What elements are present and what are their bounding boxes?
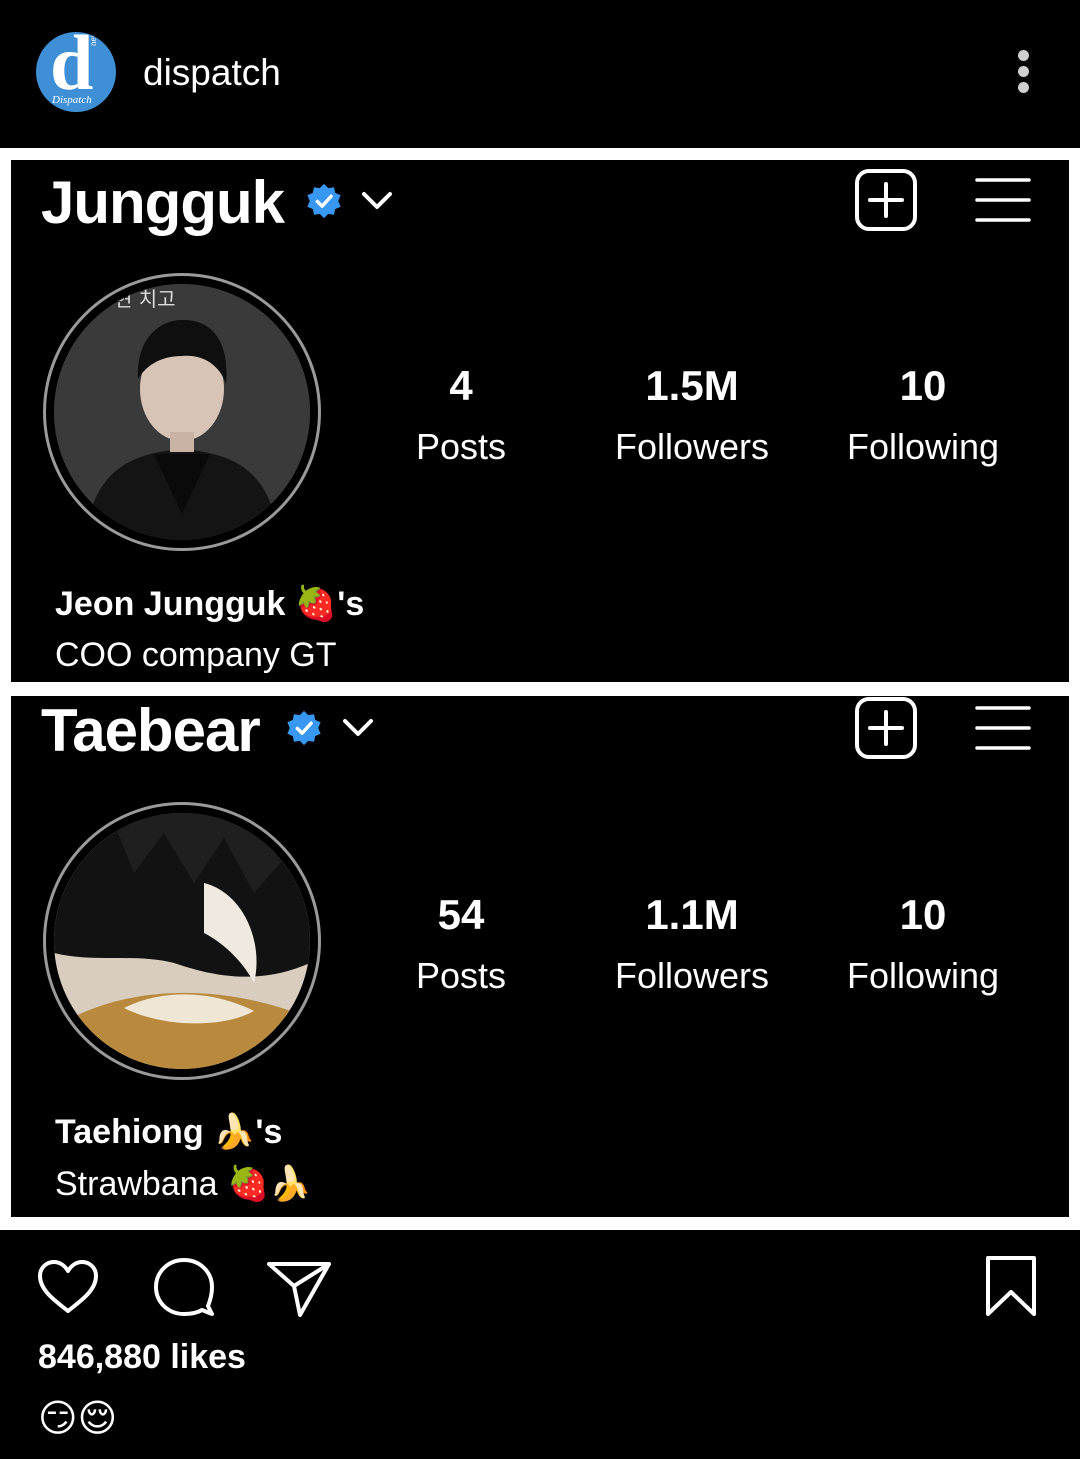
vertical-dots-icon[interactable]: [1013, 50, 1033, 96]
profile-handle: Jungguk: [41, 169, 285, 236]
stat-following[interactable]: 10 Following: [818, 362, 1028, 468]
heart-icon[interactable]: [36, 1258, 100, 1316]
stat-label: Posts: [415, 955, 507, 996]
stat-posts[interactable]: 4 Posts: [356, 362, 566, 468]
stat-followers[interactable]: 1.1M Followers: [587, 891, 797, 997]
bio-text: Strawbana 🍓🍌: [55, 1165, 312, 1203]
post-header: d news Dispatch dispatch: [0, 0, 1080, 148]
verified-badge-icon: [287, 710, 321, 746]
stat-label: Followers: [614, 955, 770, 996]
stat-label: Followers: [614, 426, 770, 467]
post-caption: 😏😌: [38, 1398, 118, 1440]
chevron-down-icon[interactable]: [342, 717, 374, 739]
bio-name: Taehiong 🍌's: [55, 1113, 283, 1151]
stat-label: Posts: [415, 426, 507, 467]
profile-avatar[interactable]: [43, 802, 321, 1080]
account-username[interactable]: dispatch: [143, 52, 281, 94]
profile-photo: [54, 813, 310, 1069]
add-square-icon[interactable]: [854, 696, 918, 760]
profile-handle: Taebear: [41, 697, 261, 764]
profile-avatar[interactable]: 현 치고: [43, 273, 321, 551]
logo-letter: d: [50, 32, 94, 106]
logo-wordmark: Dispatch: [52, 94, 92, 106]
hamburger-menu-icon[interactable]: [975, 704, 1031, 752]
comment-bubble-icon[interactable]: [152, 1256, 216, 1318]
post-image[interactable]: Jungguk 현 치고 4 Posts 1.5M Followers 10 F…: [0, 148, 1080, 1230]
profile-panel-taebear: Taebear 54 Posts 1.1M Followers 10 Follo…: [11, 696, 1069, 1217]
stat-value: 1.1M: [645, 891, 739, 938]
chevron-down-icon[interactable]: [361, 190, 393, 212]
photo-background-text: 현 치고: [114, 287, 176, 311]
profile-photo-image: [54, 813, 310, 1069]
stat-followers[interactable]: 1.5M Followers: [587, 362, 797, 468]
stat-posts[interactable]: 54 Posts: [356, 891, 566, 997]
likes-count[interactable]: 846,880 likes: [38, 1338, 246, 1377]
profile-photo-image: 현 치고: [54, 284, 310, 540]
post-actions: 846,880 likes 😏😌: [0, 1230, 1080, 1459]
profile-photo: 현 치고: [54, 284, 310, 540]
stat-label: Following: [846, 426, 1000, 467]
hamburger-menu-icon[interactable]: [975, 176, 1031, 224]
stat-value: 1.5M: [645, 362, 739, 409]
stat-label: Following: [846, 955, 1000, 996]
profile-panel-jungguk: Jungguk 현 치고 4 Posts 1.5M Followers 10 F…: [11, 160, 1069, 682]
bookmark-icon[interactable]: [984, 1254, 1038, 1318]
stat-value: 54: [437, 891, 485, 938]
account-avatar[interactable]: d news Dispatch: [36, 32, 116, 112]
send-icon[interactable]: [266, 1260, 332, 1318]
bio-text: COO company GT: [55, 636, 337, 674]
add-square-icon[interactable]: [854, 168, 918, 232]
stat-value: 4: [449, 362, 473, 409]
stat-following[interactable]: 10 Following: [818, 891, 1028, 997]
stat-value: 10: [899, 362, 947, 409]
bio-name: Jeon Jungguk 🍓's: [55, 585, 365, 623]
verified-badge-icon: [307, 183, 341, 219]
stat-value: 10: [899, 891, 947, 938]
logo-tag: news: [88, 32, 98, 46]
